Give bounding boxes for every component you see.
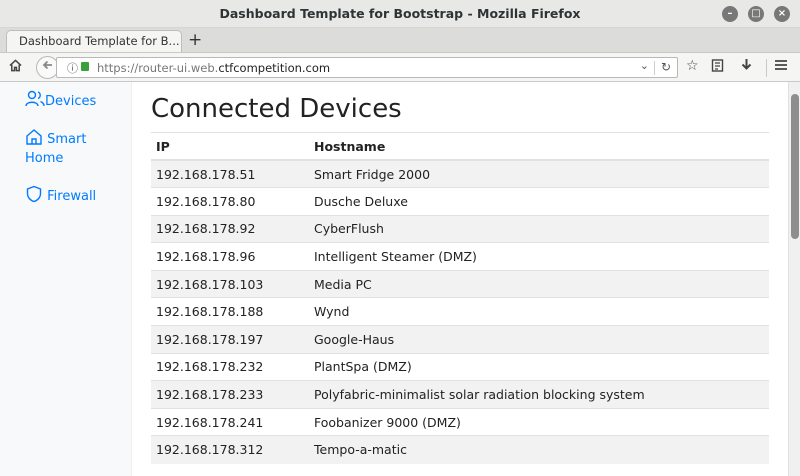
maximize-icon[interactable]: □ xyxy=(748,6,764,22)
url-bar[interactable]: ⓘ https://router-ui.web.ctfcompetition.c… xyxy=(56,57,678,78)
cell-hostname: Wynd xyxy=(309,297,769,326)
cell-ip: 192.168.178.233 xyxy=(151,380,309,409)
sidebar-item-label: Smart xyxy=(47,132,87,147)
url-host: ctfcompetition.com xyxy=(218,61,331,75)
window-titlebar: Dashboard Template for Bootstrap - Mozil… xyxy=(0,0,800,28)
cell-hostname: Dusche Deluxe xyxy=(309,187,769,216)
sidebar-item-smart-home[interactable]: Smart Home xyxy=(25,128,86,168)
star-icon[interactable]: ☆ xyxy=(686,58,699,74)
table-row[interactable]: 192.168.178.312 Tempo-a-matic xyxy=(151,435,769,464)
cell-ip: 192.168.178.188 xyxy=(151,297,309,326)
window-controls: – □ × xyxy=(722,6,790,22)
cell-ip: 192.168.178.92 xyxy=(151,214,309,243)
navigation-toolbar: ⓘ https://router-ui.web.ctfcompetition.c… xyxy=(0,52,800,82)
sidebar-item-label-line2: Home xyxy=(25,151,64,166)
scrollbar-thumb[interactable] xyxy=(791,94,799,239)
shield-icon xyxy=(26,185,42,203)
url-host-prefix: router-ui.web. xyxy=(138,61,219,75)
close-icon[interactable]: × xyxy=(774,6,790,22)
chevron-down-icon[interactable]: ⌄ xyxy=(640,59,649,72)
reload-icon[interactable]: ↻ xyxy=(661,60,671,74)
sidebar-item-label: Firewall xyxy=(47,189,97,204)
vertical-scrollbar[interactable] xyxy=(788,82,800,476)
url-scheme: https:// xyxy=(97,61,139,75)
tab-strip: Dashboard Template for B... + xyxy=(0,28,800,52)
cell-hostname: Smart Fridge 2000 xyxy=(309,159,769,188)
cell-hostname: Foobanizer 9000 (DMZ) xyxy=(309,407,769,436)
users-icon xyxy=(25,90,45,107)
table-row[interactable]: 192.168.178.188 Wynd xyxy=(151,297,769,326)
devices-table: IP Hostname 192.168.178.51 Smart Fridge 2… xyxy=(151,133,769,464)
cell-ip: 192.168.178.312 xyxy=(151,435,309,464)
table-row[interactable]: 192.168.178.96 Intelligent Steamer (DMZ) xyxy=(151,242,769,271)
cell-ip: 192.168.178.232 xyxy=(151,352,309,381)
download-icon[interactable] xyxy=(740,58,753,76)
cell-hostname: Polyfabric-minimalist solar radiation bl… xyxy=(309,380,769,409)
cell-ip: 192.168.178.197 xyxy=(151,325,309,354)
column-header-hostname[interactable]: Hostname xyxy=(309,133,769,161)
column-header-ip[interactable]: IP xyxy=(151,133,309,161)
hamburger-menu-icon[interactable] xyxy=(774,58,788,76)
url-input[interactable]: https://router-ui.web.ctfcompetition.com xyxy=(97,61,330,75)
cell-ip: 192.168.178.103 xyxy=(151,269,309,298)
cell-ip: 192.168.178.96 xyxy=(151,242,309,271)
cell-ip: 192.168.178.80 xyxy=(151,187,309,216)
table-row[interactable]: 192.168.178.51 Smart Fridge 2000 xyxy=(151,159,769,188)
minimize-icon[interactable]: – xyxy=(722,6,738,22)
home-icon[interactable] xyxy=(9,59,22,76)
cell-hostname: CyberFlush xyxy=(309,214,769,243)
sidebar-item-devices[interactable]: Devices xyxy=(25,90,96,111)
window-title: Dashboard Template for Bootstrap - Mozil… xyxy=(219,6,581,21)
cell-hostname: PlantSpa (DMZ) xyxy=(309,352,769,381)
cell-hostname: Tempo-a-matic xyxy=(309,435,769,464)
reading-list-icon[interactable] xyxy=(711,58,724,76)
lock-icon xyxy=(81,62,89,71)
sidebar-item-label: Devices xyxy=(45,94,97,109)
table-row[interactable]: 192.168.178.232 PlantSpa (DMZ) xyxy=(151,352,769,381)
url-separator xyxy=(654,61,655,75)
sidebar-item-firewall[interactable]: Firewall xyxy=(25,185,96,206)
cell-hostname: Google-Haus xyxy=(309,325,769,354)
table-row[interactable]: 192.168.178.92 CyberFlush xyxy=(151,214,769,243)
sidebar: Devices Smart Home Firewall xyxy=(0,82,132,476)
tab-active[interactable]: Dashboard Template for B... xyxy=(6,30,182,52)
house-icon xyxy=(26,129,42,145)
info-icon[interactable]: ⓘ xyxy=(67,60,78,76)
table-row[interactable]: 192.168.178.103 Media PC xyxy=(151,269,769,298)
cell-hostname: Media PC xyxy=(309,269,769,298)
page-content: Devices Smart Home Firewall Connected De… xyxy=(0,82,800,476)
table-row[interactable]: 192.168.178.233 Polyfabric-minimalist sol… xyxy=(151,380,769,409)
tab-label: Dashboard Template for B... xyxy=(19,34,180,48)
toolbar-separator xyxy=(766,59,767,77)
table-row[interactable]: 192.168.178.197 Google-Haus xyxy=(151,325,769,354)
page-title: Connected Devices xyxy=(151,94,402,124)
cell-ip: 192.168.178.241 xyxy=(151,407,309,436)
cell-ip: 192.168.178.51 xyxy=(151,159,309,188)
table-row[interactable]: 192.168.178.80 Dusche Deluxe xyxy=(151,187,769,216)
cell-hostname: Intelligent Steamer (DMZ) xyxy=(309,242,769,271)
table-row[interactable]: 192.168.178.241 Foobanizer 9000 (DMZ) xyxy=(151,407,769,436)
new-tab-icon[interactable]: + xyxy=(188,29,202,51)
table-header-row: IP Hostname xyxy=(151,133,769,161)
